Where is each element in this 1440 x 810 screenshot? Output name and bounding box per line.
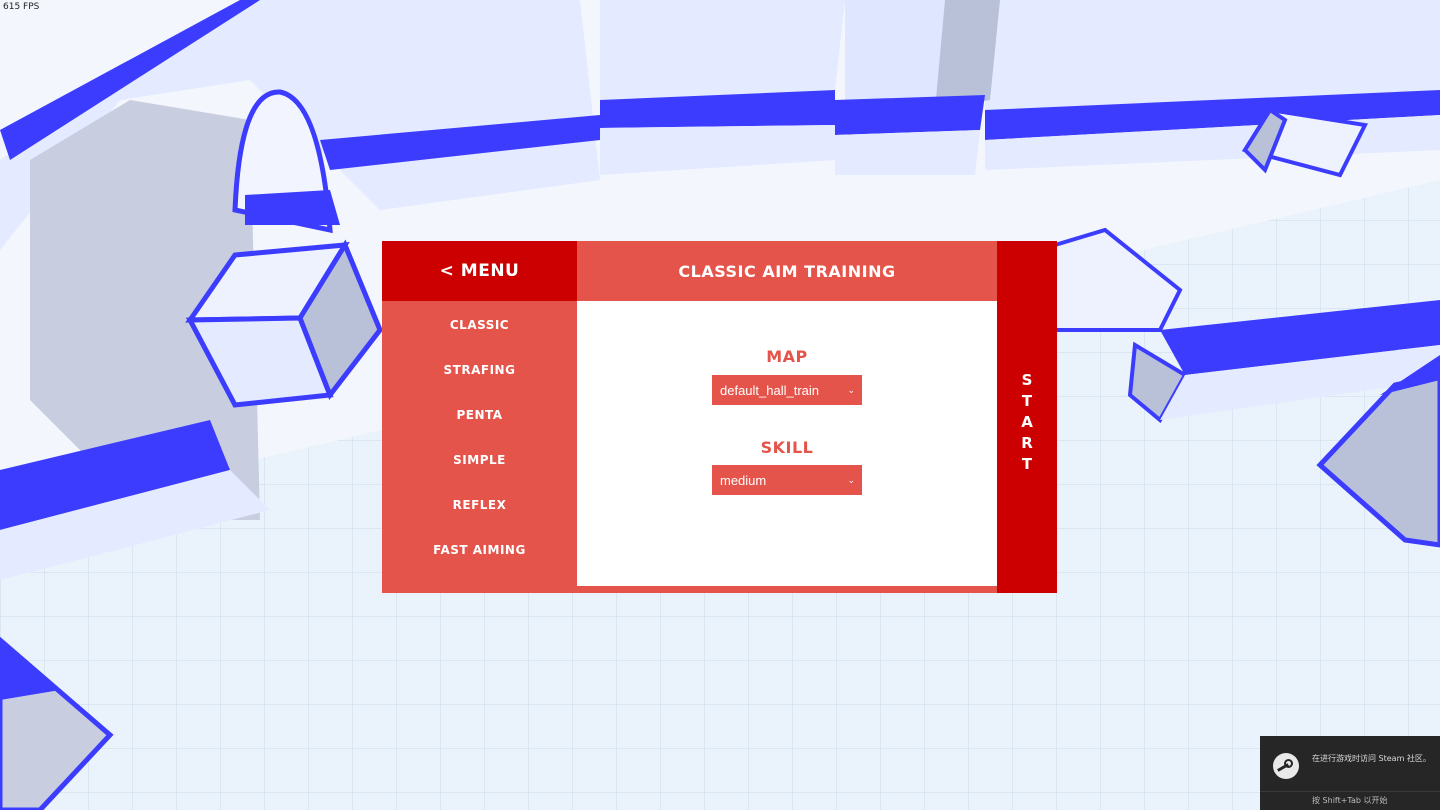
menu-back-button[interactable]: < MENU — [382, 241, 577, 301]
fps-counter: 615 FPS — [3, 2, 40, 12]
steam-overlay-toast: 在进行游戏时访问 Steam 社区。 按 Shift+Tab 以开始 — [1260, 736, 1440, 810]
steam-overlay-divider — [1260, 791, 1440, 792]
game-scene: 615 FPS < MENU CLASSIC STRAFING PENTA SI… — [0, 0, 1440, 810]
start-label-letter: T — [1021, 392, 1033, 410]
mode-fast-aiming[interactable]: FAST AIMING — [382, 543, 577, 557]
content-bottom-strip — [577, 586, 997, 593]
map-label: MAP — [766, 347, 808, 366]
skill-select[interactable]: medium ⌄ — [712, 465, 862, 495]
steam-overlay-hint: 按 Shift+Tab 以开始 — [1312, 796, 1388, 805]
panel-title: CLASSIC AIM TRAINING — [577, 241, 997, 301]
aim-training-panel: < MENU CLASSIC STRAFING PENTA SIMPLE REF… — [382, 241, 1057, 593]
steam-logo-icon — [1273, 753, 1299, 779]
chevron-down-icon: ⌄ — [847, 474, 855, 485]
map-select-value: default_hall_train — [720, 382, 820, 398]
start-label-letter: T — [1021, 455, 1033, 473]
mode-classic[interactable]: CLASSIC — [382, 318, 577, 332]
map-select[interactable]: default_hall_train ⌄ — [712, 375, 862, 405]
start-button[interactable]: START — [997, 241, 1057, 593]
skill-select-value: medium — [720, 472, 767, 488]
mode-penta[interactable]: PENTA — [382, 408, 577, 422]
start-label-letter: A — [1021, 413, 1033, 431]
skill-label: SKILL — [760, 438, 814, 457]
training-mode-list: CLASSIC STRAFING PENTA SIMPLE REFLEX FAS… — [382, 301, 577, 593]
settings-content: MAP default_hall_train ⌄ SKILL medium ⌄ — [577, 301, 997, 586]
start-label-letter: R — [1021, 434, 1033, 452]
mode-simple[interactable]: SIMPLE — [382, 453, 577, 467]
mode-strafing[interactable]: STRAFING — [382, 363, 577, 377]
mode-reflex[interactable]: REFLEX — [382, 498, 577, 512]
steam-overlay-message: 在进行游戏时访问 Steam 社区。 — [1312, 754, 1431, 763]
start-label-letter: S — [1021, 371, 1033, 389]
chevron-down-icon: ⌄ — [847, 384, 855, 395]
